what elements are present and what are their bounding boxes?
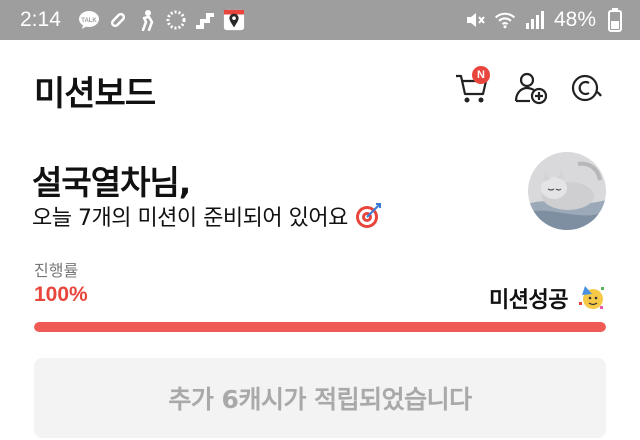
progress-bar xyxy=(34,322,606,332)
cart-button[interactable]: N xyxy=(452,66,492,108)
status-notification-icons: TALK xyxy=(78,8,245,32)
cart-badge: N xyxy=(472,66,490,84)
signal-icon xyxy=(524,9,546,31)
user-greeting: 설국열차님, xyxy=(32,163,191,202)
target-icon xyxy=(355,203,381,228)
add-friend-button[interactable] xyxy=(510,68,550,108)
map-pin-icon xyxy=(223,9,245,31)
steps-icon xyxy=(194,9,216,31)
person-run-icon xyxy=(136,9,158,31)
progress-label: 진행률 xyxy=(34,261,79,280)
mission-status: 미션성공 xyxy=(489,288,568,313)
greeting-subtitle-text: 오늘 7개의 미션이 준비되어 있어요 xyxy=(32,206,348,231)
reward-button-label: 추가 6캐시가 적립되었습니다 xyxy=(168,385,472,414)
talk-icon: TALK xyxy=(78,9,100,31)
status-bar: 2:14 TALK 48% xyxy=(0,0,640,40)
cash-button[interactable] xyxy=(566,68,606,108)
progress-bar-fill xyxy=(34,322,606,332)
reward-button[interactable]: 추가 6캐시가 적립되었습니다 xyxy=(34,358,606,438)
wifi-icon xyxy=(494,9,516,31)
cat-avatar-icon xyxy=(528,152,606,230)
status-time: 2:14 xyxy=(20,8,61,31)
status-system-icons: 48% xyxy=(464,8,626,32)
coin-icon xyxy=(571,74,602,102)
svg-text:TALK: TALK xyxy=(81,18,97,24)
link-icon xyxy=(107,9,129,31)
progress-value: 100% xyxy=(34,283,88,306)
page-title: 미션보드 xyxy=(34,74,156,114)
battery-icon xyxy=(604,8,626,32)
mute-icon xyxy=(464,9,486,31)
battery-percent: 48% xyxy=(553,8,596,31)
add-friend-icon xyxy=(514,72,548,105)
loading-icon xyxy=(165,9,187,31)
greeting-subtitle: 오늘 7개의 미션이 준비되어 있어요 xyxy=(32,200,382,232)
party-icon xyxy=(579,286,604,309)
avatar[interactable] xyxy=(528,152,606,230)
